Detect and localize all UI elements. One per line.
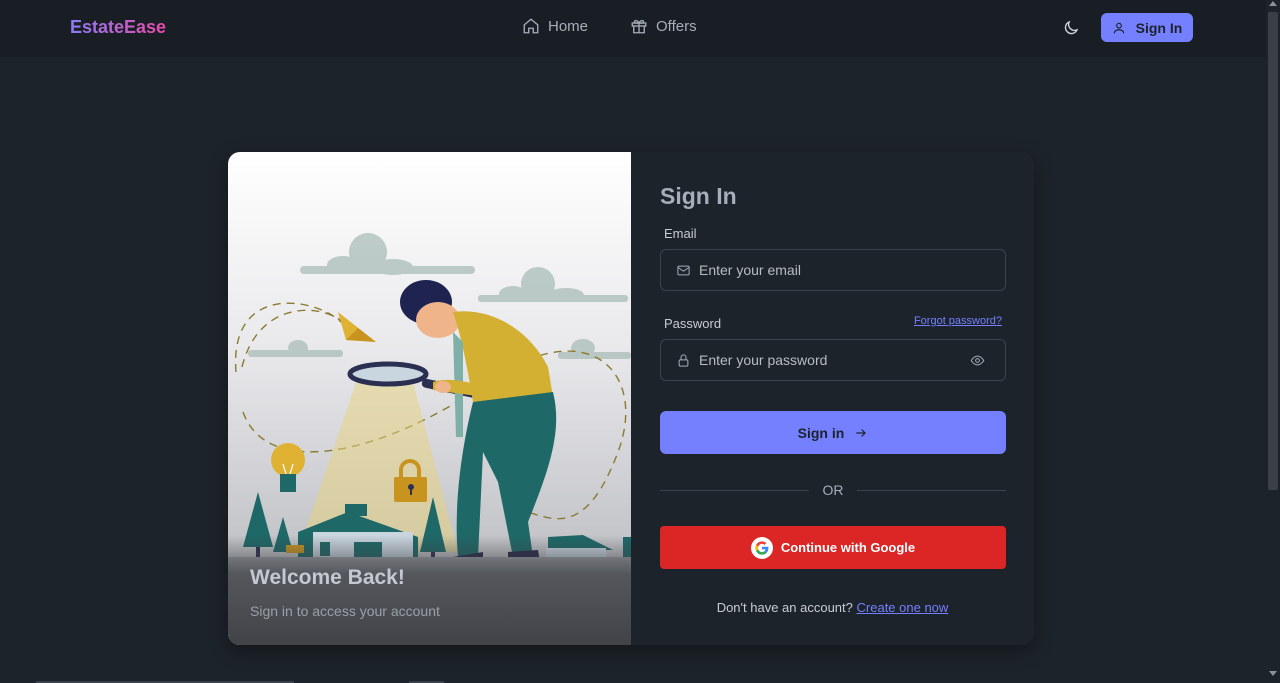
nav-link-offers[interactable]: Offers: [630, 17, 697, 35]
nav-link-offers-label: Offers: [656, 17, 697, 35]
google-icon: [750, 536, 773, 559]
password-label: Password: [664, 316, 722, 331]
or-divider: OR: [660, 482, 1006, 498]
scroll-down-arrow-icon[interactable]: [1269, 671, 1277, 676]
gift-icon: [631, 19, 647, 34]
hero-title: Welcome Back!: [250, 566, 405, 589]
signin-submit-button[interactable]: Sign in: [660, 411, 1006, 454]
email-field[interactable]: Enter your email: [660, 249, 1006, 291]
email-placeholder: Enter your email: [699, 262, 801, 278]
create-account-link[interactable]: Create one now: [857, 600, 949, 615]
moon-icon: [1064, 20, 1079, 35]
mail-icon: [677, 265, 690, 275]
arrow-right-icon: [856, 428, 867, 437]
theme-toggle-button[interactable]: [1062, 19, 1082, 39]
password-placeholder: Enter your password: [699, 352, 828, 368]
nav-link-home-label: Home: [548, 17, 589, 35]
signin-submit-label: Sign in: [797, 424, 845, 441]
hero-subtitle: Sign in to access your account: [250, 603, 440, 619]
nav-links: Home Offers: [522, 17, 697, 35]
scroll-up-arrow-icon[interactable]: [1269, 1, 1277, 6]
nav-signin-button[interactable]: Sign In: [1101, 13, 1193, 42]
hero-panel: Welcome Back! Sign in to access your acc…: [228, 152, 631, 645]
user-icon: [1113, 22, 1124, 33]
brand-logo[interactable]: EstateEase: [70, 17, 166, 38]
home-icon: [523, 18, 539, 34]
forgot-password-link[interactable]: Forgot password?: [914, 315, 1002, 327]
google-signin-button[interactable]: Continue with Google: [660, 526, 1006, 569]
google-signin-label: Continue with Google: [780, 540, 916, 555]
signup-prompt: Don't have an account? Create one now: [631, 600, 1034, 615]
form-title: Sign In: [660, 183, 737, 209]
email-label: Email: [664, 226, 697, 241]
signin-form: Sign In Email Enter your email Password …: [631, 152, 1034, 645]
eye-icon[interactable]: [970, 353, 985, 368]
scrollbar-thumb[interactable]: [1268, 12, 1278, 490]
signin-card: Welcome Back! Sign in to access your acc…: [228, 152, 1034, 645]
navbar: EstateEase Home Offers Sign In: [0, 0, 1266, 57]
divider-line-right: [857, 490, 1006, 491]
hero-overlay: [228, 535, 631, 645]
signup-prompt-text: Don't have an account?: [716, 600, 853, 615]
nav-signin-label: Sign In: [1135, 19, 1183, 36]
nav-link-home[interactable]: Home: [522, 17, 588, 35]
lock-icon: [678, 353, 689, 367]
password-field[interactable]: Enter your password: [660, 339, 1006, 381]
